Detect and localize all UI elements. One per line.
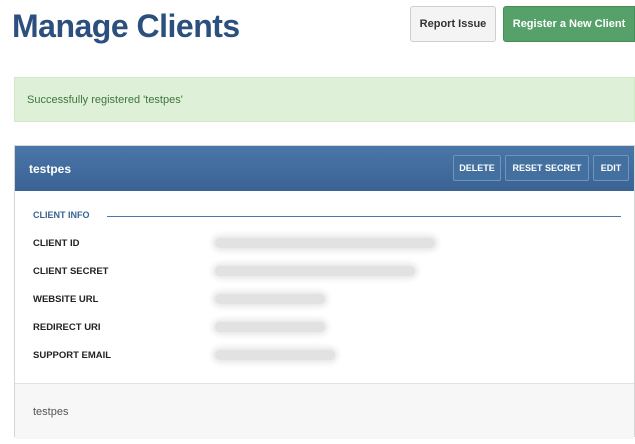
page: Manage Clients Report Issue Register a N…	[0, 0, 635, 444]
edit-button[interactable]: EDIT	[593, 155, 629, 181]
redirect-uri-value-redacted	[215, 322, 325, 332]
client-name: testpes	[29, 161, 72, 176]
redirect-uri-label: REDIRECT URI	[33, 322, 101, 333]
page-title: Manage Clients	[12, 8, 240, 44]
support-email-value-redacted	[215, 350, 335, 360]
client-description: testpes	[33, 405, 69, 418]
client-panel: testpes DELETE RESET SECRET EDIT CLIENT …	[14, 145, 635, 439]
client-id-label: CLIENT ID	[33, 238, 80, 249]
client-panel-footer: testpes	[15, 383, 634, 439]
support-email-label: SUPPORT EMAIL	[33, 350, 112, 361]
alert-message: Successfully registered 'testpes'	[27, 93, 183, 106]
reset-secret-button[interactable]: RESET SECRET	[505, 155, 589, 181]
client-panel-header: testpes DELETE RESET SECRET EDIT	[15, 146, 634, 191]
website-url-label: WEBSITE URL	[33, 294, 99, 305]
report-issue-button[interactable]: Report Issue	[410, 6, 496, 42]
client-secret-value-redacted	[215, 266, 415, 276]
section-divider	[107, 216, 621, 217]
client-id-value-redacted	[215, 238, 435, 248]
website-url-value-redacted	[215, 294, 325, 304]
register-client-button[interactable]: Register a New Client	[503, 6, 635, 42]
delete-button[interactable]: DELETE	[453, 155, 501, 181]
client-info-heading: CLIENT INFO	[33, 210, 90, 220]
success-alert: Successfully registered 'testpes'	[14, 77, 635, 122]
client-secret-label: CLIENT SECRET	[33, 266, 109, 277]
